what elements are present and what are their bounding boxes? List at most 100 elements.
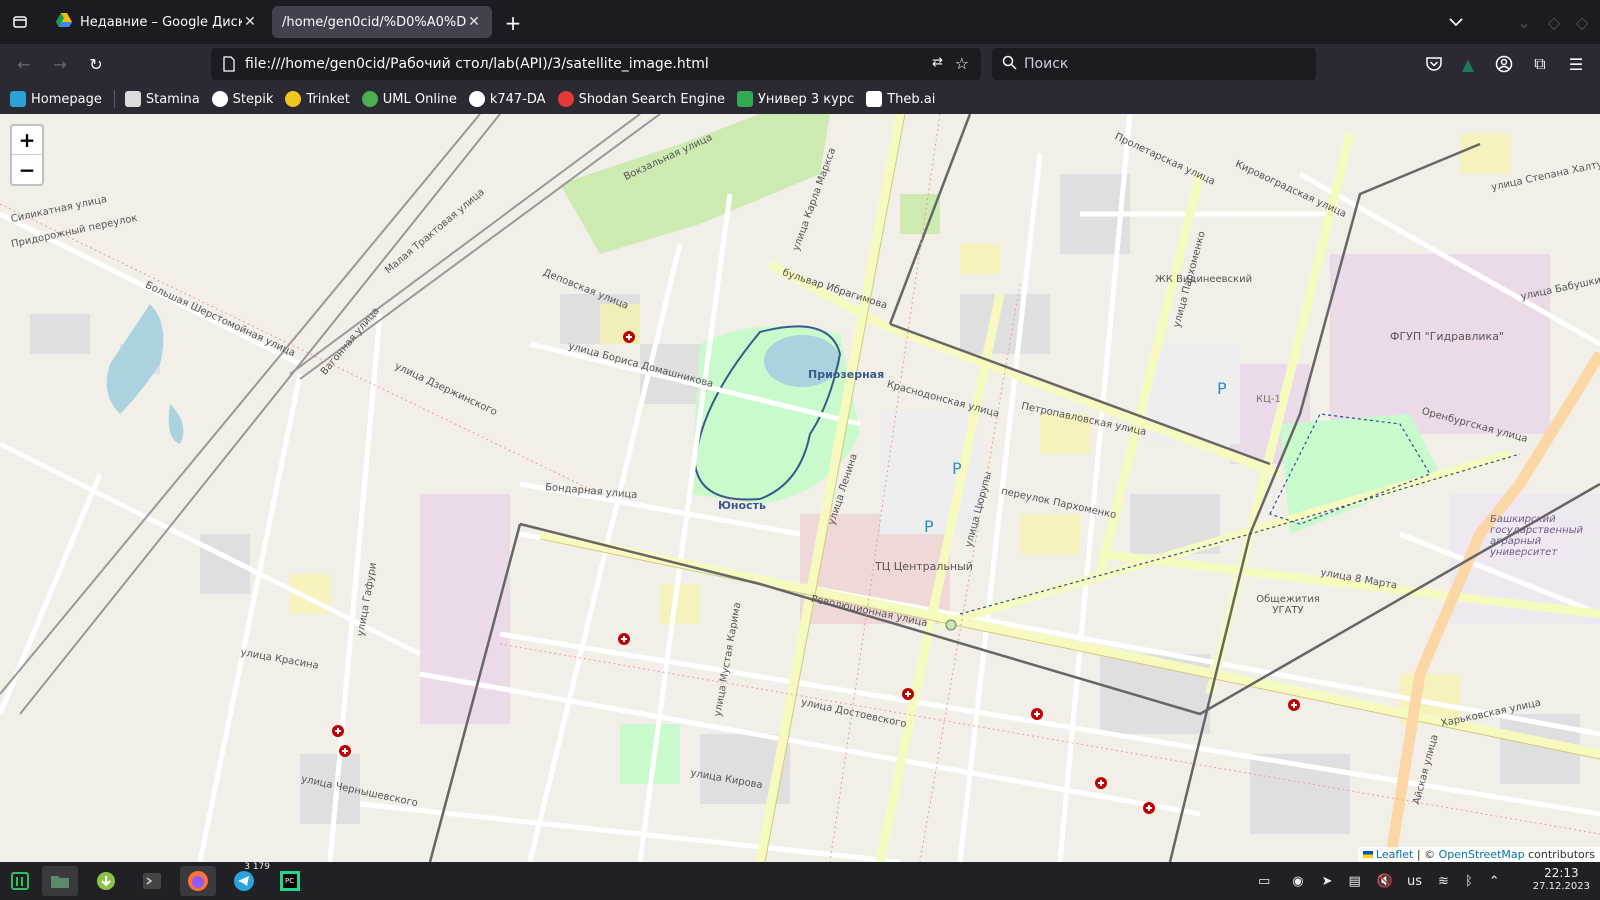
list-all-tabs-chevron-down-icon[interactable] [1444,10,1468,34]
tab-label: /home/gen0cid/%D0%A0%D0 [282,14,466,30]
close-window-icon[interactable]: ◇ [1572,10,1592,34]
bookmark-separator [113,90,115,108]
clock-date: 27.12.2023 [1532,881,1590,892]
bookmark-label: Homepage [31,91,102,107]
zoom-out-button[interactable]: − [12,155,42,184]
map-label: ФГУП "Гидравлика" [1390,330,1505,343]
bookmark-k747-da[interactable]: k747-DA [468,91,546,107]
start-menu-icon[interactable] [2,866,38,896]
keyboard-layout[interactable]: us [1407,874,1422,889]
google-drive-icon [56,13,72,31]
reload-icon[interactable]: ↻ [84,52,108,76]
network-vpn-icon[interactable]: ◉ [1292,874,1303,889]
svg-text:P: P [1217,379,1227,398]
svg-text:P: P [952,459,962,478]
bookmark-label: Shodan Search Engine [578,91,725,107]
extensions-puzzle-icon[interactable]: ⧉ [1528,52,1552,76]
github-icon [468,91,485,107]
url-bar[interactable]: file:///home/gen0cid/Рабочий стол/lab(AP… [211,48,981,80]
menu-hamburger-icon[interactable]: ☰ [1564,52,1588,76]
tab-satellite-image[interactable]: /home/gen0cid/%D0%A0%D0 ✕ [272,6,492,38]
thebai-icon [866,91,883,107]
bookmark-label: Stamina [145,91,200,107]
bookmark-stamina[interactable]: Stamina [124,91,200,107]
map-label: КЦ-1 [1256,394,1281,405]
leaflet-link[interactable]: Leaflet [1376,848,1413,861]
bookmark-homepage[interactable]: Homepage [10,91,102,107]
forward-arrow-icon[interactable]: → [48,52,72,76]
bookmark-thebai[interactable]: Theb.ai [866,91,935,107]
shodan-icon [557,91,574,107]
bookmark-univer[interactable]: Универ 3 курс [736,91,855,107]
new-tab-button[interactable]: + [500,10,526,36]
page-icon [223,56,235,76]
navigation-toolbar: ← → ↻ file:///home/gen0cid/Рабочий стол/… [0,44,1600,84]
bookmark-label: Trinket [306,91,350,107]
bookmark-star-icon[interactable]: ☆ [955,54,969,73]
pycharm-icon[interactable]: PC [272,866,308,896]
volume-muted-icon[interactable]: 🔇 [1377,874,1393,889]
show-desktop-icon[interactable]: ▭ [1258,874,1270,889]
uml-online-icon [361,91,378,107]
bookmark-shodan[interactable]: Shodan Search Engine [557,91,725,107]
attribution-contributors: contributors [1524,848,1595,861]
google-drive-icon [736,91,753,107]
account-icon[interactable] [1492,52,1516,76]
chevron-up-icon[interactable]: ⌃ [1489,874,1500,889]
stamina-icon [124,91,141,107]
attribution-separator: | © [1413,848,1439,861]
minimize-icon[interactable]: ⌄ [1514,10,1534,34]
leaflet-map[interactable]: PPP Вокзальная улица Силикатная улица Пр… [0,114,1600,862]
homepage-icon [10,91,26,107]
file-manager-icon[interactable] [42,866,78,896]
search-placeholder: Поиск [1024,56,1069,72]
pocket-icon[interactable] [1422,52,1446,76]
clipboard-icon[interactable]: ▤ [1349,874,1361,889]
bookmark-label: Stepik [232,91,274,107]
maximize-icon[interactable]: ◇ [1544,10,1564,34]
trinket-icon [285,91,302,107]
bookmark-uml-online[interactable]: UML Online [361,91,457,107]
telegram-tray-icon[interactable]: ➤ [1322,874,1333,889]
taskbar: 3 179 PC ▭ ◉ ➤ ▤ 🔇 us ≋ ᛒ ⌃ 22:13 27.12.… [0,862,1600,900]
firefox-icon[interactable] [180,866,216,896]
openstreetmap-link[interactable]: OpenStreetMap [1439,848,1525,861]
zoom-in-button[interactable]: + [12,126,42,155]
bookmark-trinket[interactable]: Trinket [285,91,350,107]
search-input[interactable]: Поиск [992,48,1316,80]
map-label: Башкирский государственный аграрный унив… [1490,514,1584,558]
stepik-icon [211,91,228,107]
url-text: file:///home/gen0cid/Рабочий стол/lab(AP… [245,56,709,72]
tab-google-drive[interactable]: Недавние – Google Диск ✕ [46,6,268,38]
tab-overview-icon[interactable] [8,10,32,34]
svg-text:PC: PC [285,877,294,885]
system-tray: ▭ ◉ ➤ ▤ 🔇 us ≋ ᛒ ⌃ [1258,862,1500,900]
zoom-control: + − [10,124,44,186]
tab-label: Недавние – Google Диск [80,14,242,30]
bluetooth-icon[interactable]: ᛒ [1465,874,1473,889]
map-label: ТЦ Центральный [875,560,973,573]
bookmark-label: Theb.ai [887,91,936,107]
map-label: Юность [718,499,766,512]
bookmark-stepik[interactable]: Stepik [211,91,274,107]
svg-text:P: P [924,517,934,536]
close-tab-icon[interactable]: ✕ [242,14,258,30]
map-attribution: Leaflet | © OpenStreetMap contributors [1357,847,1600,862]
unread-badge: 3 179 [244,862,270,872]
back-arrow-icon[interactable]: ← [12,52,36,76]
wifi-icon[interactable]: ≋ [1438,874,1449,889]
search-icon [1002,55,1017,74]
clock-time: 22:13 [1544,866,1579,880]
bookmarks-toolbar: Homepage Stamina Stepik Trinket UML Onli… [0,84,1600,114]
terminal-icon[interactable] [134,866,170,896]
download-manager-icon[interactable] [88,866,124,896]
clock[interactable]: 22:13 27.12.2023 [1533,866,1590,894]
extension-green-icon[interactable]: ▲ [1456,52,1480,76]
close-tab-icon[interactable]: ✕ [466,14,482,30]
map-label: ЖК Видинеевский [1155,274,1253,285]
telegram-icon[interactable]: 3 179 [226,862,270,896]
map-label: Приозерная [808,368,885,381]
translate-icon[interactable]: ⇄ [932,55,943,70]
bookmark-label: Универ 3 курс [757,91,855,107]
bookmark-label: k747-DA [489,91,546,107]
